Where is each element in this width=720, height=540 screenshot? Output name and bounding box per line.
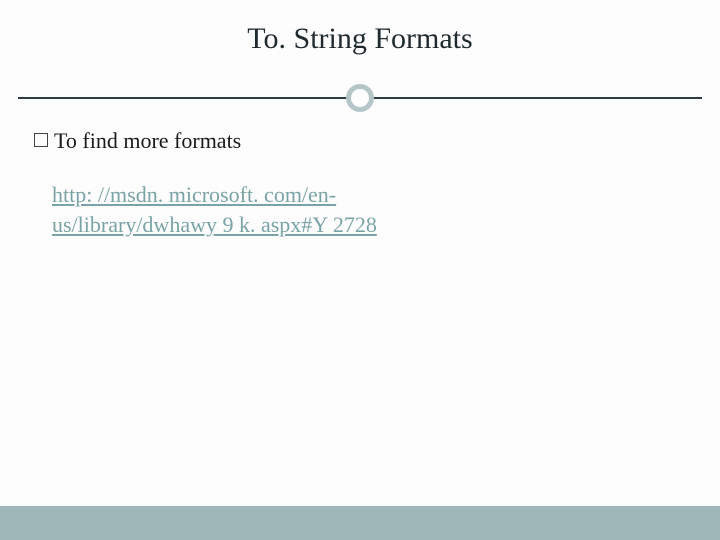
slide: To. String Formats To find more formats … (0, 0, 720, 540)
title-divider (0, 78, 720, 118)
bullet-text: To find more formats (54, 128, 241, 154)
footer-band (0, 506, 720, 540)
bullet-item: To find more formats (34, 128, 686, 154)
square-bullet-icon (34, 133, 48, 147)
slide-body: To find more formats http: //msdn. micro… (34, 128, 686, 239)
reference-link: http: //msdn. microsoft. com/en- us/libr… (52, 180, 686, 239)
circle-ornament-icon (346, 84, 374, 112)
link-line-1: http: //msdn. microsoft. com/en- (52, 182, 336, 207)
slide-title: To. String Formats (0, 0, 720, 56)
link-line-2: us/library/dwhawy 9 k. aspx#Y 2728 (52, 212, 377, 237)
msdn-link[interactable]: http: //msdn. microsoft. com/en- us/libr… (52, 182, 377, 237)
